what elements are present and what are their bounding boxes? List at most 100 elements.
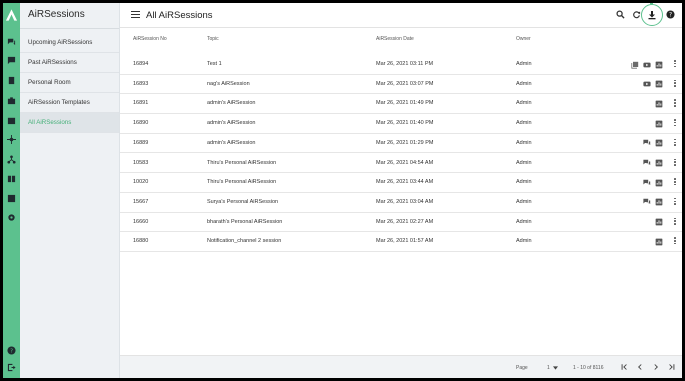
cell-date: Mar 26, 2021 03:07 PM (376, 80, 434, 87)
report-icon[interactable] (6, 193, 17, 204)
table-row[interactable]: 16660 bharath's Personal AiRSession Mar 26… (120, 213, 682, 233)
next-page-icon[interactable] (651, 362, 661, 372)
more-options-icon[interactable] (673, 138, 677, 148)
table-row[interactable]: 16890 admin's AiRSession Mar 26, 2021 01:4… (120, 114, 682, 134)
sidebar-item-all[interactable]: All AiRSessions (20, 113, 119, 133)
calendar-icon[interactable] (6, 115, 17, 126)
cell-owner: Admin (516, 120, 532, 127)
cell-session-no: 16880 (133, 238, 149, 245)
cell-owner: Admin (516, 238, 532, 245)
gallery-icon[interactable] (630, 60, 639, 69)
col-header-owner[interactable]: Owner (516, 36, 531, 42)
table-row[interactable]: 16891 admin's AiRSession Mar 26, 2021 01:4… (120, 94, 682, 115)
briefcase-icon[interactable] (6, 95, 17, 106)
cell-topic: bharath's Personal AiRSession (207, 218, 283, 225)
col-header-topic[interactable]: Topic (207, 36, 219, 42)
cell-topic: Surya's Personal AiRSession (207, 198, 279, 205)
report-icon[interactable] (654, 159, 663, 168)
network-icon[interactable] (6, 134, 17, 145)
report-icon[interactable] (654, 237, 663, 246)
cell-session-no: 16894 (133, 61, 149, 67)
forum-icon[interactable] (642, 198, 651, 207)
cell-session-no: 16889 (133, 139, 149, 146)
download-button[interactable] (641, 4, 663, 26)
cell-owner: Admin (516, 80, 532, 87)
last-page-icon[interactable] (667, 362, 677, 372)
cell-session-no: 16891 (133, 100, 149, 107)
more-options-icon[interactable] (673, 79, 677, 89)
first-page-icon[interactable] (619, 362, 629, 372)
table-row[interactable]: 16894 Test 1 Mar 26, 2021 03:11 PM Admin (120, 55, 682, 75)
cell-topic: nag's AiRSession (207, 80, 250, 87)
cell-date: Mar 26, 2021 03:11 PM (376, 61, 434, 67)
page-range: 1 - 10 of 8116 (573, 365, 604, 371)
forum-icon[interactable] (642, 159, 651, 168)
help-circle-icon[interactable]: ? (666, 10, 675, 19)
more-options-icon[interactable] (673, 158, 677, 168)
youtube-icon[interactable] (642, 80, 651, 89)
menu-icon[interactable] (131, 11, 140, 19)
cell-date: Mar 26, 2021 01:49 PM (376, 100, 434, 107)
table-row[interactable]: 10020 Thiru's Personal AiRSession Mar 26, … (120, 173, 682, 193)
logout-icon[interactable] (6, 362, 17, 373)
more-options-icon[interactable] (673, 119, 677, 128)
message-icon[interactable] (6, 55, 17, 66)
download-icon (648, 11, 656, 20)
book-icon[interactable] (6, 173, 17, 184)
col-header-no[interactable]: AiRSession No (133, 36, 167, 42)
more-options-icon[interactable] (673, 217, 677, 227)
report-icon[interactable] (654, 99, 663, 108)
cell-owner: Admin (516, 100, 532, 107)
forum-icon[interactable] (642, 139, 651, 148)
search-icon[interactable] (616, 10, 625, 19)
logo-icon[interactable] (5, 8, 18, 22)
report-icon[interactable] (654, 218, 663, 227)
col-header-date[interactable]: AiRSession Date (376, 36, 414, 42)
more-options-icon[interactable] (673, 237, 677, 246)
left-rail: ? (3, 3, 20, 378)
forum-icon[interactable] (642, 178, 651, 187)
table-row[interactable]: 16889 admin's AiRSession Mar 26, 2021 01:2… (120, 134, 682, 154)
gear-icon[interactable] (6, 212, 17, 223)
help-icon[interactable]: ? (6, 345, 17, 356)
sidebar-item-upcoming[interactable]: Upcoming AiRSessions (20, 33, 119, 53)
table-row[interactable]: 15667 Surya's Personal AiRSession Mar 26, … (120, 193, 682, 213)
more-options-icon[interactable] (673, 197, 677, 207)
more-options-icon[interactable] (673, 178, 677, 187)
cell-date: Mar 26, 2021 02:27 AM (376, 218, 434, 225)
document-icon[interactable] (6, 75, 17, 86)
table-row[interactable]: 16893 nag's AiRSession Mar 26, 2021 03:07 … (120, 75, 682, 95)
top-bar: All AiRSessions ? (120, 3, 682, 28)
chat-icon[interactable] (6, 36, 17, 47)
cell-session-no: 15667 (133, 198, 149, 205)
sidebar-item-past[interactable]: Past AiRSessions (20, 53, 119, 73)
cell-owner: Admin (516, 179, 532, 186)
cell-session-no: 16660 (133, 218, 149, 225)
sidebar-item-templates[interactable]: AiRSession Templates (20, 93, 119, 113)
table-row[interactable]: 16880 Notification_channel 2 session Mar 2… (120, 232, 682, 252)
page-select[interactable]: 1 (547, 365, 550, 371)
table-row[interactable]: 10583 Thiru's Personal AiRSession Mar 26, … (120, 154, 682, 174)
prev-page-icon[interactable] (635, 362, 645, 372)
main-panel: All AiRSessions ? AiRSession No Topic Ai… (120, 3, 682, 378)
report-icon[interactable] (654, 198, 663, 207)
svg-text:?: ? (669, 13, 672, 19)
report-icon[interactable] (654, 119, 663, 128)
cell-owner: Admin (516, 61, 532, 67)
more-options-icon[interactable] (673, 60, 677, 69)
report-icon[interactable] (654, 178, 663, 187)
report-icon[interactable] (654, 139, 663, 148)
cell-topic: admin's AiRSession (207, 139, 256, 146)
report-icon[interactable] (654, 60, 663, 69)
more-options-icon[interactable] (673, 99, 677, 108)
cell-topic: Test 1 (207, 61, 222, 67)
report-icon[interactable] (654, 80, 663, 89)
cell-owner: Admin (516, 218, 532, 225)
sidebar-item-personal-room[interactable]: Personal Room (20, 73, 119, 93)
sub-sidebar: AiRSessions Upcoming AiRSessions Past Ai… (20, 3, 120, 378)
cell-date: Mar 26, 2021 01:40 PM (376, 120, 434, 127)
youtube-icon[interactable] (642, 60, 651, 69)
chevron-down-icon[interactable] (553, 366, 558, 370)
hierarchy-icon[interactable] (6, 154, 17, 165)
refresh-icon[interactable] (632, 10, 641, 19)
